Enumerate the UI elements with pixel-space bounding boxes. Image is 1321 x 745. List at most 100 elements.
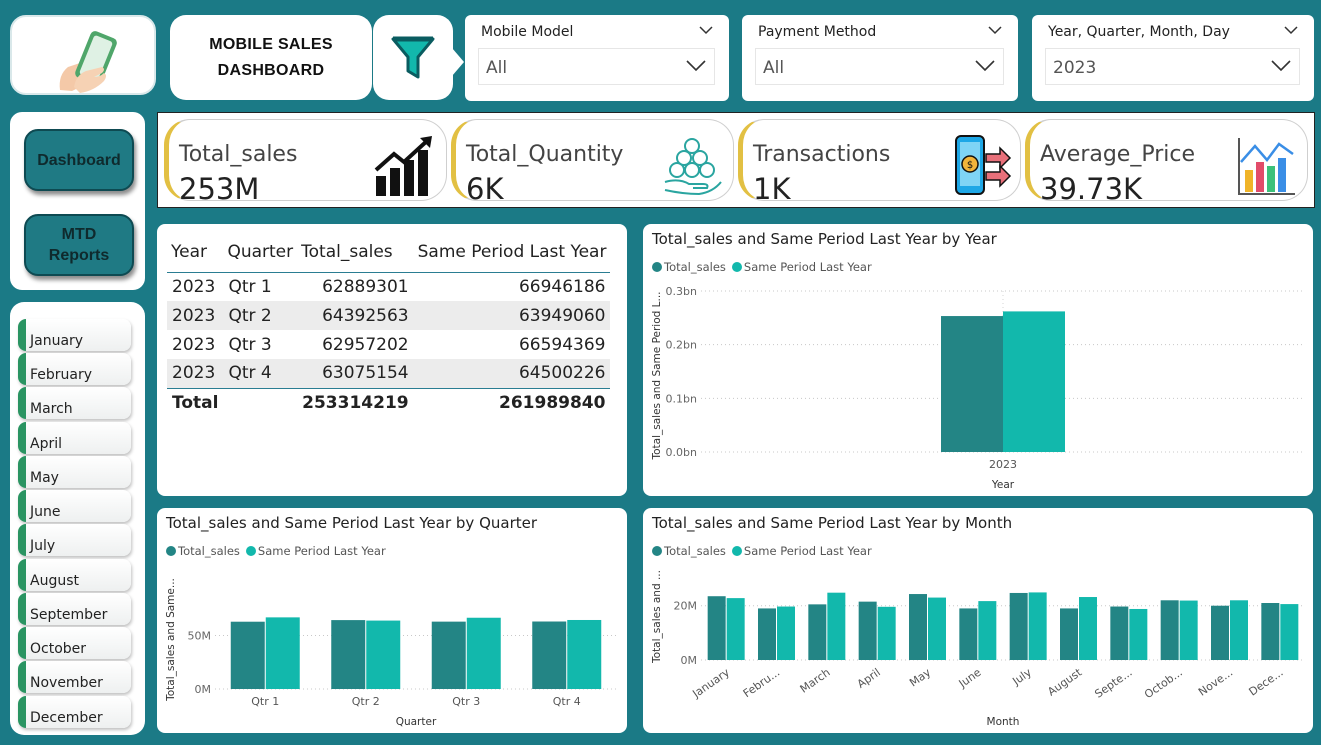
chevron-down-icon[interactable] (1284, 25, 1298, 35)
legend-item[interactable]: Same Period Last Year (245, 544, 386, 558)
x-tick-label: 2023 (989, 458, 1017, 471)
bar-same-period-last-year (1028, 592, 1047, 660)
slicer-mobile-model[interactable]: Mobile Model All (465, 15, 729, 101)
bar-total-sales (941, 316, 1003, 452)
x-axis-title: Quarter (396, 716, 437, 728)
legend-item[interactable]: Total_sales (166, 544, 240, 558)
sales-table-card: Year Quarter Total_sales Same Period Las… (157, 224, 627, 496)
mtd-button-label-2: Reports (48, 247, 110, 264)
x-tick-label: Qtr 4 (553, 695, 581, 708)
x-tick-label: Qtr 3 (452, 695, 480, 708)
slicer-dropdown[interactable]: All (478, 48, 715, 85)
x-tick-label: April (855, 666, 883, 691)
slicer-dropdown[interactable]: All (755, 48, 1004, 85)
bar-same-period-last-year (265, 617, 300, 689)
table-cell: Qtr 1 (228, 276, 272, 297)
month-label: December (30, 710, 103, 726)
bar-chart-trend-icon (1238, 138, 1295, 195)
chevron-down-icon[interactable] (975, 57, 995, 75)
legend-item[interactable]: Total_sales (652, 544, 726, 558)
filter-arrow (452, 48, 464, 76)
month-item[interactable]: October (18, 627, 131, 659)
legend-label: Total_sales (178, 544, 240, 558)
legend-item[interactable]: Total_sales (652, 260, 726, 274)
slicer-date-hierarchy[interactable]: Year, Quarter, Month, Day 2023 (1032, 15, 1314, 101)
chevron-down-icon[interactable] (1271, 57, 1291, 75)
table-cell: 2023 (167, 301, 224, 330)
bar-total-sales (758, 608, 776, 660)
nav-panel: Dashboard MTD Reports (10, 112, 145, 290)
month-label: August (30, 573, 79, 589)
column-header[interactable]: Year (167, 232, 224, 273)
bar-total-sales (858, 601, 877, 660)
bar-same-period-last-year (726, 598, 745, 660)
month-item[interactable]: September (18, 593, 131, 625)
x-tick-label: January (689, 666, 732, 701)
dashboard-title: MOBILE SALES DASHBOARD (170, 15, 372, 100)
x-tick-label: Febru... (741, 666, 782, 700)
month-item[interactable]: July (18, 524, 131, 556)
x-tick-label: July (1009, 666, 1034, 689)
y-axis-title: Total_sales and ... (651, 570, 663, 664)
legend-label: Same Period Last Year (743, 544, 872, 558)
chevron-down-icon[interactable] (699, 25, 713, 35)
bar-total-sales (431, 621, 466, 689)
month-item[interactable]: January (18, 319, 131, 351)
slicer-dropdown[interactable]: 2023 (1045, 48, 1300, 85)
table-cell: 66594369 (518, 334, 606, 355)
bar-same-period-last-year (928, 597, 946, 660)
kpi-value: 1K (753, 172, 791, 206)
month-item[interactable]: December (18, 696, 131, 728)
y-axis-title: Total_sales and Same... (165, 578, 177, 702)
month-item[interactable]: April (18, 422, 131, 454)
y-tick-label: 0.0bn (666, 446, 697, 459)
x-tick-label: May (907, 666, 933, 690)
total-label: Total (167, 387, 224, 417)
x-tick-label: March (798, 666, 833, 696)
bar-same-period-last-year (777, 606, 795, 660)
legend-dot (245, 546, 256, 556)
chart-by-year: Total_sales and Same Period Last Year by… (643, 224, 1313, 496)
chevron-down-icon[interactable] (988, 25, 1002, 35)
kpi-card-total-sales: Total_sales 253M (164, 119, 447, 206)
bar-total-sales (1211, 605, 1229, 660)
month-item[interactable]: May (18, 456, 131, 488)
column-header[interactable]: Total_sales (297, 232, 414, 273)
month-item[interactable]: August (18, 559, 131, 591)
bar-total-sales (1060, 608, 1078, 660)
column-header[interactable]: Quarter (223, 232, 298, 273)
month-item[interactable]: February (18, 353, 131, 385)
bar-same-period-last-year (877, 606, 896, 660)
month-item[interactable]: November (18, 661, 131, 693)
chart-legend: Total_sales Same Period Last Year (652, 260, 872, 274)
kpi-value: 253M (179, 172, 260, 206)
table-cell: Qtr 4 (223, 359, 298, 388)
filter-button[interactable] (373, 15, 453, 100)
table-cell: Qtr 3 (228, 334, 272, 355)
phone-in-hand-icon (59, 31, 117, 93)
column-header[interactable]: Same Period Last Year (413, 232, 611, 273)
bar-total-sales (707, 596, 726, 660)
bar-same-period-last-year (978, 601, 997, 660)
slicer-label: Mobile Model (481, 24, 574, 40)
month-item[interactable]: March (18, 387, 131, 419)
table-cell: 62957202 (322, 334, 409, 355)
total-last-year: 261989840 (413, 387, 611, 417)
bar-total-sales (1160, 600, 1179, 660)
slicer-value: 2023 (1053, 58, 1097, 78)
table-cell: 66946186 (518, 276, 606, 297)
x-tick-label: Octob... (1142, 666, 1185, 701)
legend-item[interactable]: Same Period Last Year (731, 544, 872, 558)
month-item[interactable]: June (18, 490, 131, 522)
y-tick-label: 20M (674, 600, 698, 613)
mtd-reports-button[interactable]: MTD Reports (24, 214, 134, 276)
table-cell: 63075154 (297, 359, 414, 388)
dashboard-button[interactable]: Dashboard (24, 129, 134, 191)
legend-item[interactable]: Same Period Last Year (731, 260, 872, 274)
bar-same-period-last-year (1230, 600, 1248, 660)
table-header-row: Year Quarter Total_sales Same Period Las… (167, 232, 611, 273)
chevron-down-icon[interactable] (686, 57, 706, 75)
month-slicer: January February March April May June Ju… (10, 302, 145, 735)
slicer-payment-method[interactable]: Payment Method All (742, 15, 1018, 101)
table-cell: 2023 (167, 359, 224, 388)
